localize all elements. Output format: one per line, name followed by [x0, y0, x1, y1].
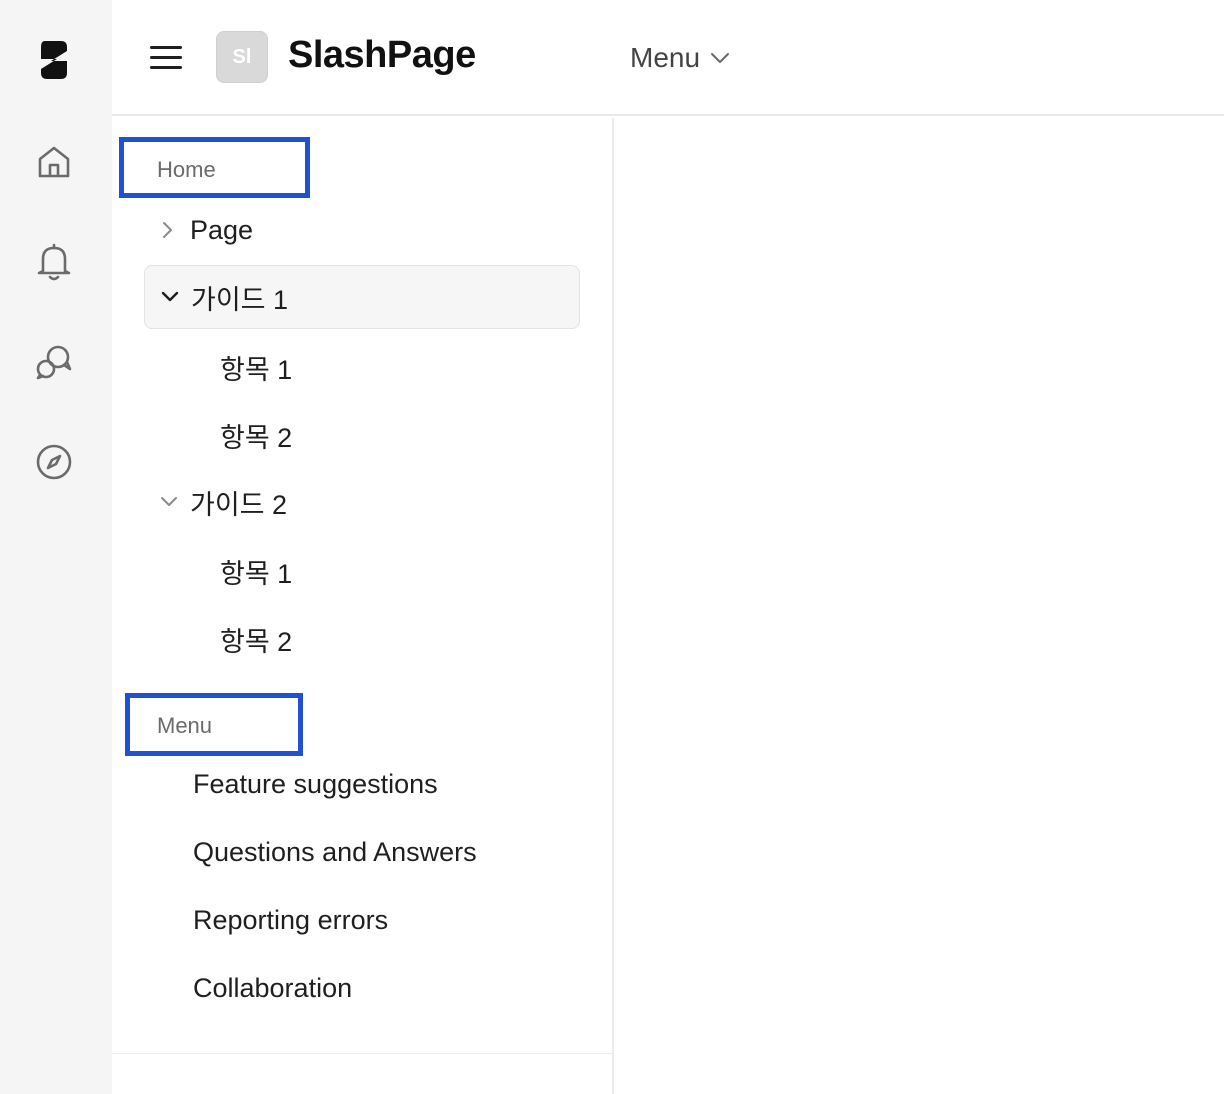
chevron-down-icon	[711, 53, 730, 63]
chevron-right-icon	[160, 221, 190, 239]
chat-icon[interactable]	[30, 338, 78, 386]
menu-dropdown-label: Menu	[630, 42, 701, 73]
sidebar-item-label: Page	[190, 214, 254, 245]
icon-rail	[0, 0, 112, 1094]
sidebar-subitem-guide-1-item-2[interactable]: 항목 2	[220, 416, 292, 455]
panel-divider-bottom	[112, 1053, 612, 1054]
sidebar-item-feature-suggestions[interactable]: Feature suggestions	[193, 769, 438, 800]
site-title[interactable]: SlashPage	[288, 34, 476, 77]
chevron-down-icon	[161, 291, 191, 303]
chevron-down-icon	[160, 496, 190, 508]
sidebar-item-page[interactable]: Page	[160, 210, 253, 250]
sidebar-item-collaboration[interactable]: Collaboration	[193, 973, 352, 1004]
sidebar-subitem-guide-2-item-1[interactable]: 항목 1	[220, 552, 292, 591]
sidebar-item-label: 가이드 1	[191, 284, 289, 315]
menu-dropdown[interactable]: Menu	[630, 40, 730, 76]
sidebar-item-guide-2[interactable]: 가이드 2	[160, 482, 287, 522]
home-icon[interactable]	[30, 138, 78, 186]
top-header: Sl SlashPage Menu	[112, 0, 1224, 116]
sidebar-item-guide-1[interactable]: 가이드 1	[144, 265, 580, 329]
compass-icon[interactable]	[30, 438, 78, 486]
section-label-home[interactable]: Home	[157, 157, 216, 183]
sidebar-subitem-guide-1-item-1[interactable]: 항목 1	[220, 348, 292, 387]
workspace-avatar[interactable]: Sl	[216, 31, 268, 83]
bell-icon[interactable]	[30, 238, 78, 286]
sidebar-item-questions-and-answers[interactable]: Questions and Answers	[193, 837, 477, 868]
hamburger-menu-icon[interactable]	[146, 40, 186, 76]
slash-logo-icon[interactable]	[30, 36, 78, 84]
sidebar-subitem-guide-2-item-2[interactable]: 항목 2	[220, 620, 292, 659]
highlight-box-menu	[125, 693, 303, 756]
sidebar-item-label: 가이드 2	[190, 489, 288, 520]
sidebar-item-reporting-errors[interactable]: Reporting errors	[193, 905, 388, 936]
main-content	[614, 118, 1224, 1094]
section-label-menu[interactable]: Menu	[157, 713, 212, 739]
